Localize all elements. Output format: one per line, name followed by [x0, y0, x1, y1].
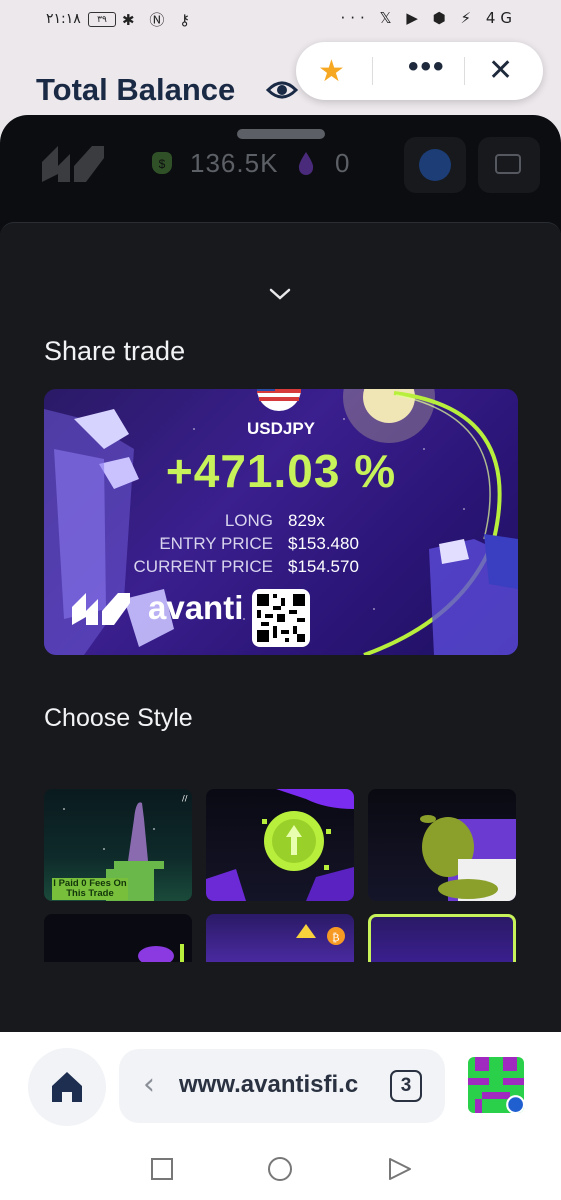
close-icon[interactable]: ✕ [488, 53, 513, 88]
chevron-left-icon[interactable]: ‹ [143, 1067, 155, 1102]
trade-pnl: +471.03 % [165, 445, 397, 497]
url-bar[interactable]: ‹ www.avantisfi.c 3 [119, 1049, 445, 1123]
qr-code-icon [257, 594, 305, 642]
floating-menu: ★ ••• ✕ [296, 42, 543, 100]
recents-icon[interactable] [149, 1156, 175, 1182]
ogre-artwork [420, 815, 516, 901]
svg-text://: // [182, 794, 188, 803]
home-button[interactable] [28, 1048, 106, 1126]
network-button[interactable] [404, 137, 466, 193]
style-thumb-caption: I Paid 0 Fees On This Trade [52, 878, 128, 900]
avatar-pixel-icon [468, 1057, 524, 1113]
battery-icon: ٣٩ [88, 12, 116, 27]
status-bar: ٢١:١٨ ٣٩ ✱ Ⓝ ⚷ ··· 𝕏 ▶ ⬢ ⚡ 4G [0, 0, 561, 40]
trade-pair: USDJPY [246, 419, 316, 438]
drop-balance: 0 [335, 148, 350, 178]
tab-count-button[interactable]: 3 [390, 1070, 422, 1102]
back-nav-icon[interactable] [386, 1156, 414, 1182]
entry-price-label: ENTRY PRICE [159, 534, 273, 553]
share-trade-heading: Share trade [44, 336, 186, 366]
more-icon[interactable]: ••• [408, 50, 446, 84]
entry-price-value: $153.480 [288, 534, 359, 553]
home-icon [52, 1072, 82, 1102]
drag-handle[interactable] [237, 129, 325, 139]
style-option-coin[interactable] [206, 789, 354, 901]
current-price-label: CURRENT PRICE [133, 557, 273, 576]
svg-text:₿: ₿ [332, 931, 340, 944]
choose-style-heading: Choose Style [44, 704, 193, 732]
flag-icon [257, 389, 301, 411]
style-5-artwork: ₿ [296, 924, 345, 945]
system-nav-bar [0, 1144, 561, 1200]
leverage-value: 829x [288, 511, 325, 530]
status-icons-left: ✱ Ⓝ ⚷ [122, 11, 196, 29]
status-time: ٢١:١٨ [46, 11, 81, 27]
star-icon[interactable]: ★ [318, 54, 345, 89]
url-text[interactable]: www.avantisfi.c [179, 1071, 389, 1099]
home-nav-icon[interactable] [266, 1155, 294, 1183]
network-icon [419, 149, 451, 181]
coin-bag-icon: $ [152, 152, 172, 174]
menu-divider [464, 57, 465, 85]
leverage-label: LONG [224, 511, 273, 530]
qr-code[interactable] [252, 589, 310, 647]
style-option-4[interactable] [44, 914, 192, 962]
wallet-icon [495, 154, 521, 174]
style-option-5[interactable]: ₿ [206, 914, 354, 962]
brand-wordmark: avanti [148, 589, 244, 626]
eye-icon[interactable] [266, 76, 298, 104]
drop-icon [298, 152, 314, 175]
total-balance-title: Total Balance [36, 72, 236, 107]
style-4-artwork [138, 944, 184, 962]
coin-balance: 136.5K [190, 148, 279, 178]
wallet-button[interactable] [478, 137, 540, 193]
style-option-6-selected[interactable] [368, 914, 516, 962]
style-option-ogre[interactable] [368, 789, 516, 901]
menu-divider [372, 57, 373, 85]
status-icons-right: ··· 𝕏 ▶ ⬢ ⚡ 4G [340, 9, 517, 27]
avantis-brand-icon [72, 593, 130, 625]
trade-share-card: USDJPY +471.03 % LONG 829x ENTRY PRICE $… [44, 389, 518, 655]
current-price-value: $154.570 [288, 557, 359, 576]
chevron-down-icon[interactable] [267, 286, 293, 302]
avatar[interactable] [468, 1057, 524, 1113]
avantis-logo-icon [42, 146, 104, 182]
coin-artwork [206, 789, 354, 901]
